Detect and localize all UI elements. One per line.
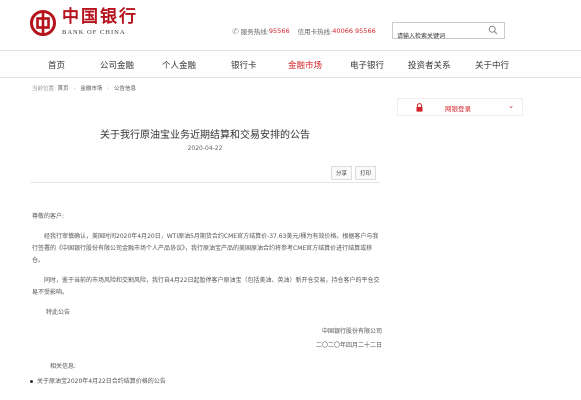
share-button[interactable]: 分享: [331, 166, 353, 180]
logo-english-name: BANK OF CHINA: [62, 29, 126, 36]
search-box: [392, 22, 505, 44]
nav-item-cards[interactable]: 银行卡: [231, 59, 257, 71]
nav-item-home[interactable]: 首页: [48, 59, 65, 71]
signature-date: 二〇二〇年四月二十二日: [315, 342, 382, 349]
main-nav: 首页 公司金融 个人金融 银行卡 金融市场 电子银行 投资者关系 关于中行: [0, 50, 581, 78]
article-paragraph: 经我行审慎确认，美国时间2020年4月20日，WTI原油5月期货合约CME官方结…: [32, 233, 379, 264]
article-tools: 分享 打印: [331, 166, 379, 180]
nav-item-e-banking[interactable]: 电子银行: [350, 59, 384, 71]
closing-line: 特此公告: [46, 309, 71, 316]
card-hotline-number: 40066 95566: [332, 27, 376, 35]
article-date: 2020-04-22: [187, 145, 223, 152]
nav-item-financial-markets[interactable]: 金融市场: [288, 59, 322, 71]
phone-icon: ✆: [232, 26, 239, 36]
service-hotline-number: 95566: [268, 27, 290, 35]
breadcrumb-home[interactable]: 首页: [58, 86, 69, 92]
breadcrumb-prefix: 当前位置:: [32, 86, 56, 92]
signature-organization: 中国银行股份有限公司: [321, 328, 382, 335]
article-paragraph: 同时，鉴于当前的市场风险和交割风险，我行自4月22日起暂停客户原油宝（包括美油、…: [32, 277, 380, 296]
greeting: 尊敬的客户:: [32, 213, 65, 220]
article-title: 关于我行原油宝业务近期结算和交易安排的公告: [100, 130, 310, 141]
lock-icon: [416, 103, 423, 112]
bank-logo[interactable]: 中国银行 BANK OF CHINA: [30, 9, 138, 37]
online-banking-login-button[interactable]: 网银登录 ⌄: [397, 98, 523, 116]
nav-item-about[interactable]: 关于中行: [475, 59, 509, 71]
service-hotline-label: 服务热线:: [240, 28, 269, 36]
related-info-heading: 相关信息:: [50, 363, 77, 370]
nav-item-corporate[interactable]: 公司金融: [100, 59, 134, 71]
divider: [30, 182, 380, 183]
bullet-icon: [30, 380, 33, 383]
breadcrumb: 当前位置: 首页 › 金融市场 › 公告信息: [32, 84, 136, 92]
breadcrumb-separator: ›: [73, 86, 76, 92]
hotlines: ✆ 服务热线: 95566 信用卡热线: 40066 95566: [232, 26, 384, 37]
breadcrumb-announcements[interactable]: 公告信息: [114, 86, 136, 92]
login-label: 网银登录: [445, 105, 471, 113]
nav-item-investor-relations[interactable]: 投资者关系: [408, 59, 451, 71]
site-header: 中国银行 BANK OF CHINA ✆ 服务热线: 95566 信用卡热线: …: [0, 0, 581, 50]
chevron-down-icon: ⌄: [508, 102, 514, 110]
related-link[interactable]: 关于原油宝2020年4月22日合约结算价格的公告: [37, 378, 166, 385]
breadcrumb-financial-markets[interactable]: 金融市场: [80, 86, 102, 92]
card-hotline-label: 信用卡热线:: [297, 28, 333, 36]
search-icon[interactable]: [488, 25, 498, 35]
logo-chinese-name: 中国银行: [62, 7, 138, 27]
nav-item-personal[interactable]: 个人金融: [162, 59, 196, 71]
bank-of-china-logo-icon: [30, 9, 56, 36]
breadcrumb-separator: ›: [107, 86, 110, 92]
related-list-item: 关于原油宝2020年4月22日合约结算价格的公告: [30, 376, 166, 388]
print-button[interactable]: 打印: [355, 166, 377, 180]
search-input[interactable]: [393, 29, 483, 44]
